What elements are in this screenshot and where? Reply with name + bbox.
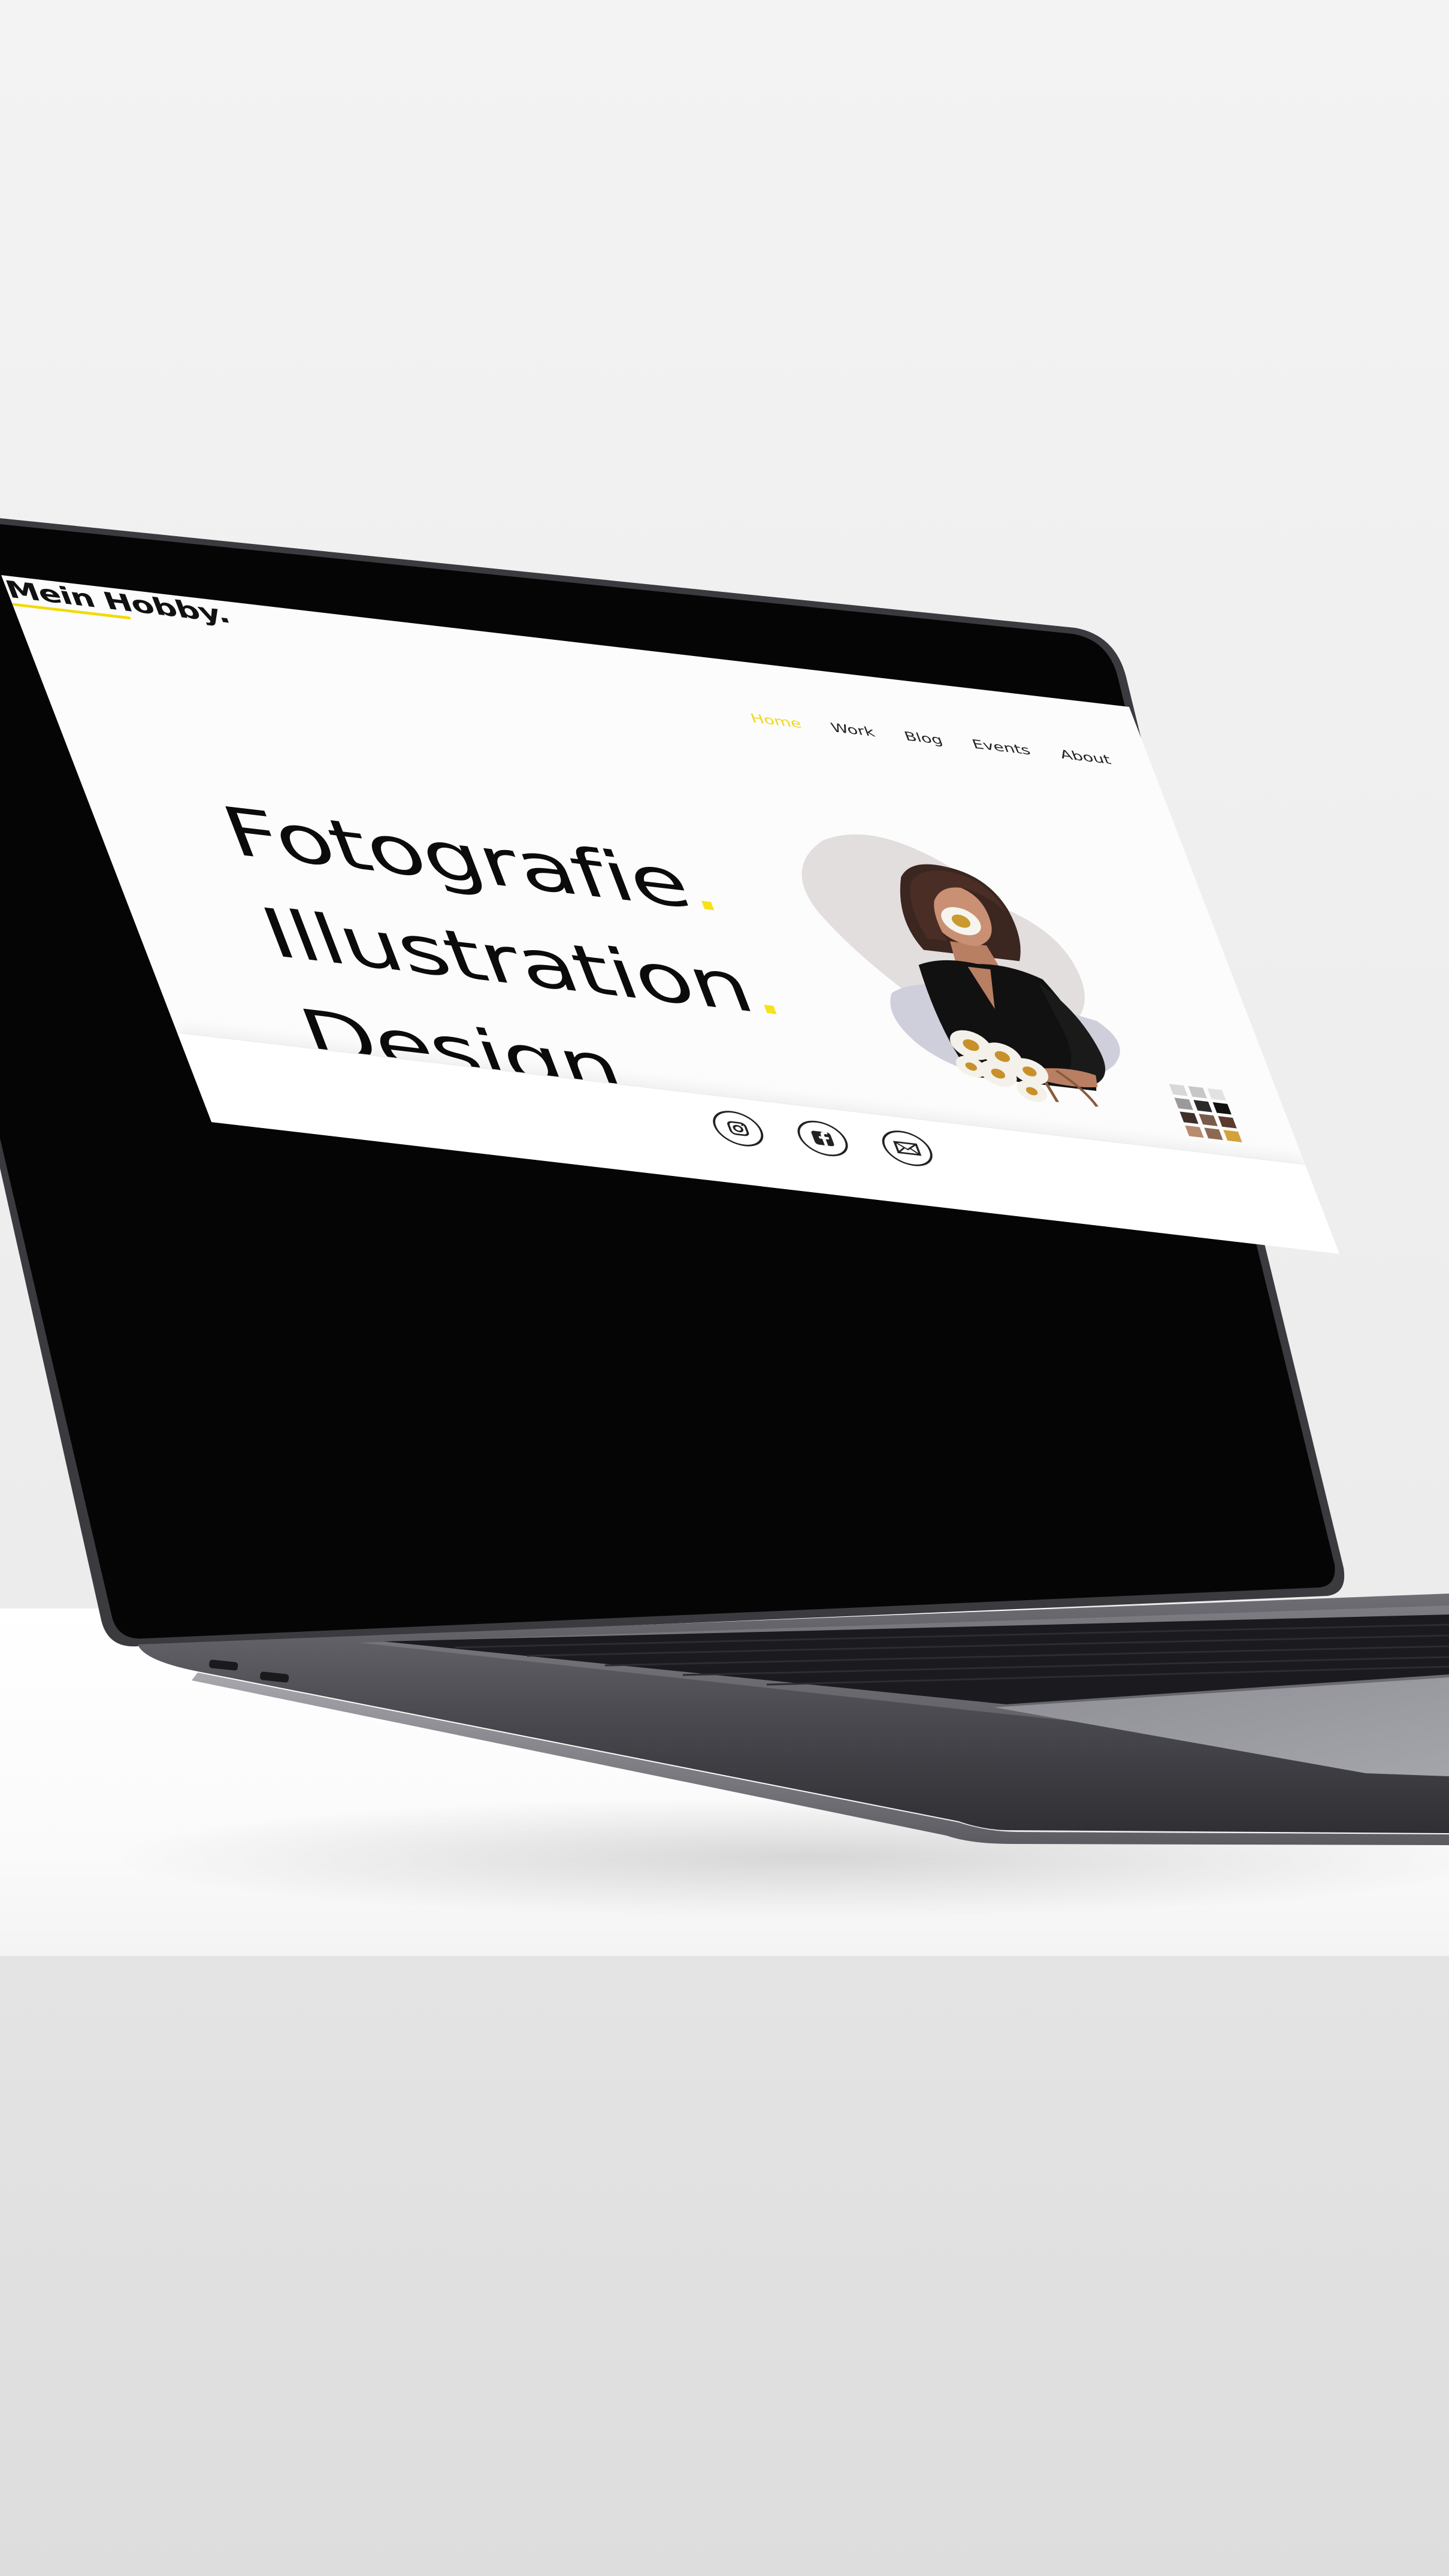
instagram-icon[interactable] [707, 1108, 769, 1149]
laptop-body [0, 518, 1449, 1845]
palette-swatch [1212, 1102, 1232, 1115]
nav-item-events[interactable]: Events [970, 737, 1033, 758]
nav-item-about[interactable]: About [1058, 747, 1114, 767]
mail-icon[interactable] [876, 1127, 939, 1169]
palette-swatch [1185, 1125, 1204, 1138]
main-nav: Home Work Blog Events About [748, 711, 1144, 771]
palette-swatch [1218, 1115, 1237, 1129]
palette-swatch [1207, 1088, 1226, 1101]
palette-swatch [1204, 1127, 1223, 1140]
palette-swatch [1223, 1130, 1242, 1142]
nav-item-home[interactable]: Home [748, 711, 804, 731]
mockup-scene: Mein Hobby. Home Work Blog Events About … [0, 0, 1449, 2576]
color-palette [1169, 1084, 1255, 1152]
palette-swatch [1199, 1114, 1218, 1126]
illustration-graphic [801, 834, 1120, 1107]
nav-item-blog[interactable]: Blog [902, 729, 945, 748]
woman-with-daisies-illustration [766, 818, 1242, 1142]
nav-item-work[interactable]: Work [829, 721, 878, 740]
palette-swatch [1188, 1086, 1207, 1099]
facebook-icon[interactable] [791, 1118, 854, 1159]
palette-swatch [1193, 1100, 1212, 1112]
